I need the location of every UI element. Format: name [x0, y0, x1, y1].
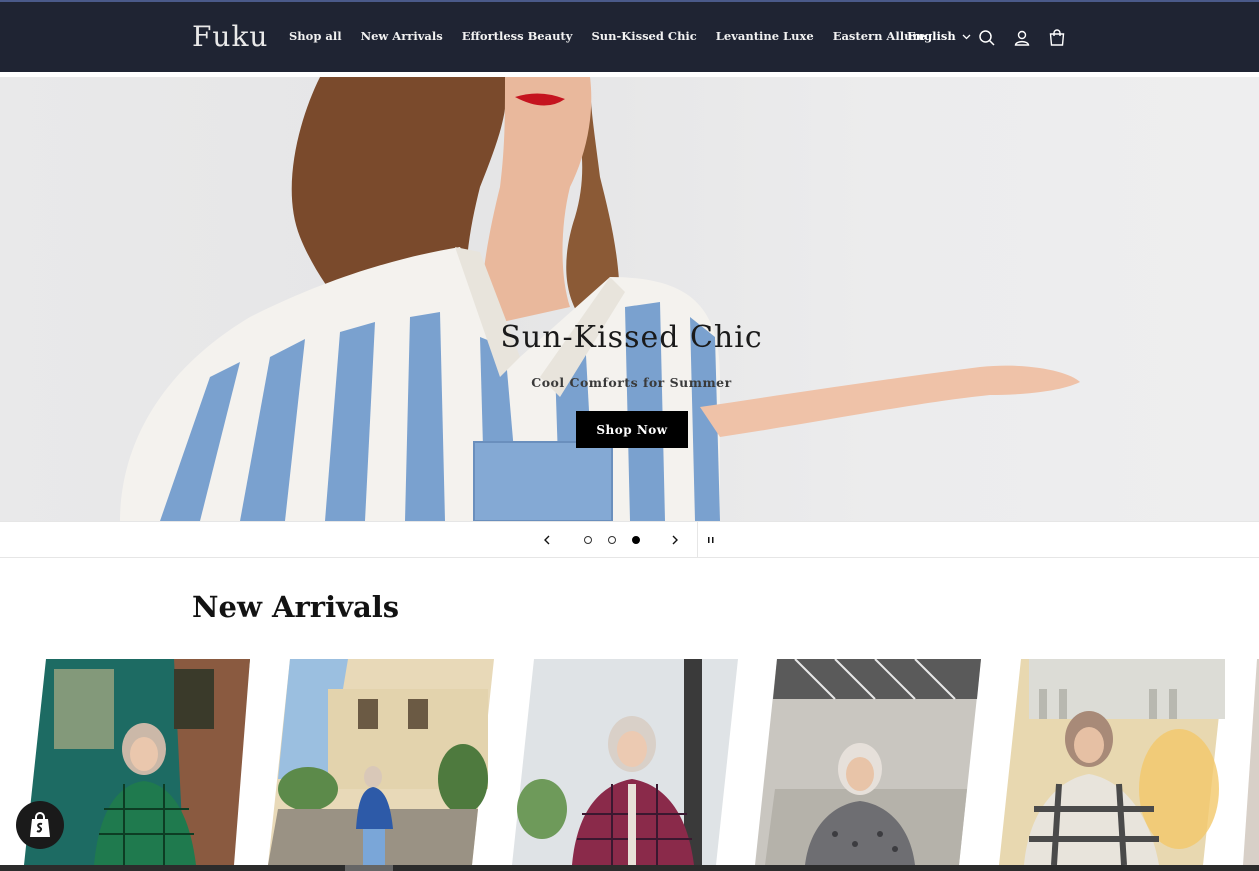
- search-icon[interactable]: [978, 29, 996, 47]
- slide-dot-3[interactable]: [632, 536, 640, 544]
- shopify-bag-icon[interactable]: [16, 801, 64, 849]
- nav-new-arrivals[interactable]: New Arrivals: [361, 29, 443, 43]
- chevron-down-icon: [962, 29, 971, 43]
- language-label: English: [907, 29, 956, 43]
- main-nav: Shop all New Arrivals Effortless Beauty …: [289, 29, 945, 43]
- hero-slideshow: Sun-Kissed Chic Cool Comforts for Summer…: [0, 77, 1259, 521]
- language-selector[interactable]: English: [907, 29, 971, 43]
- hero-title: Sun-Kissed Chic: [500, 320, 763, 355]
- previous-slide-button[interactable]: [542, 532, 552, 551]
- slide-dot-1[interactable]: [584, 536, 592, 544]
- nav-sun-kissed-chic[interactable]: Sun-Kissed Chic: [591, 29, 696, 43]
- hero-image: [120, 77, 1080, 521]
- nav-effortless-beauty[interactable]: Effortless Beauty: [462, 29, 573, 43]
- product-card[interactable]: [999, 659, 1225, 865]
- scrollbar-thumb[interactable]: [345, 865, 393, 871]
- shop-now-button[interactable]: Shop Now: [576, 411, 688, 448]
- site-header: Fuku Shop all New Arrivals Effortless Be…: [0, 0, 1259, 72]
- site-logo[interactable]: Fuku: [192, 20, 268, 53]
- product-image: [268, 659, 494, 865]
- new-arrivals-title: New Arrivals: [192, 590, 400, 624]
- slide-dot-2[interactable]: [608, 536, 616, 544]
- product-image: [999, 659, 1225, 865]
- nav-levantine-luxe[interactable]: Levantine Luxe: [716, 29, 814, 43]
- product-image: [755, 659, 981, 865]
- cart-icon[interactable]: [1048, 29, 1066, 47]
- product-card[interactable]: [755, 659, 981, 865]
- hero-subtitle: Cool Comforts for Summer: [531, 375, 732, 390]
- carousel-scrollbar[interactable]: [0, 865, 1259, 871]
- product-image: [1243, 659, 1259, 865]
- product-card[interactable]: [512, 659, 738, 865]
- slideshow-controls: [0, 521, 1259, 558]
- next-slide-button[interactable]: [670, 532, 680, 551]
- product-card-partial[interactable]: [1243, 659, 1259, 865]
- controls-divider: [697, 522, 698, 558]
- pause-icon[interactable]: [706, 532, 716, 551]
- product-card[interactable]: [268, 659, 494, 865]
- nav-shop-all[interactable]: Shop all: [289, 29, 342, 43]
- account-icon[interactable]: [1013, 29, 1031, 47]
- product-image: [512, 659, 738, 865]
